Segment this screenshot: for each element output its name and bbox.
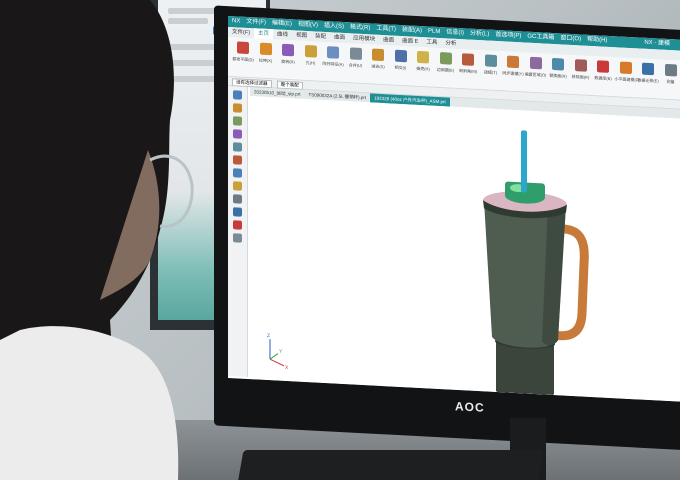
ribbon-tool-button[interactable]: 移除面(R): [570, 59, 592, 92]
ribbon-tool-label: 拉伸(X): [258, 57, 273, 64]
ribbon-tool-label: 旋转(R): [281, 58, 295, 65]
ribbon-tool-label: 偏置区域(O): [524, 71, 547, 78]
axis-label-x: X: [285, 365, 289, 371]
menu-item[interactable]: 文件(F): [246, 19, 266, 26]
ribbon-tool-label: 边倒圆(E): [436, 66, 455, 73]
ribbon-tool-label: 数据迁移(E): [637, 77, 659, 84]
ribbon-tool-button[interactable]: 测量: [660, 63, 680, 97]
menu-item[interactable]: 工具(T): [376, 26, 396, 33]
graphics-viewport[interactable]: Z X Y: [248, 95, 680, 403]
menu-item[interactable]: 窗口(O): [560, 35, 581, 42]
ribbon-tool-button[interactable]: 数据库(B): [592, 60, 614, 93]
ribbon-tool-icon: [349, 47, 362, 60]
tumbler-base: [496, 340, 554, 401]
monitor-brand-logo: AOC: [455, 399, 485, 415]
ribbon-tool-icon: [597, 60, 609, 73]
ribbon-tool-icon: [574, 59, 587, 72]
ribbon-tool-label: 抽壳(H): [416, 65, 430, 72]
ribbon-tool-icon: [462, 53, 474, 66]
ribbon-tool-icon: [439, 52, 452, 65]
ribbon-tool-icon: [642, 62, 654, 76]
ribbon-tool-button[interactable]: 拔模(T): [480, 54, 502, 87]
menu-item[interactable]: 帮助(H): [587, 37, 607, 44]
menu-item[interactable]: GC工具箱: [527, 34, 554, 41]
menu-item[interactable]: 装配(A): [402, 27, 422, 34]
coordinate-triad: Z X Y: [267, 333, 289, 371]
keyboard: [236, 450, 544, 480]
menu-item[interactable]: 视图(V): [298, 22, 318, 29]
ribbon-tool-button[interactable]: 相交(I): [390, 49, 412, 82]
model-svg: Z X Y: [267, 130, 589, 401]
ribbon-tool-label: 替换面(R): [549, 72, 567, 79]
ribbon-tool-icon: [304, 44, 317, 58]
ribbon-tool-button[interactable]: 边倒圆(E): [435, 52, 457, 85]
menu-item[interactable]: 格式(R): [350, 24, 370, 31]
ribbon-tool-icon: [529, 56, 542, 70]
ribbon-tool-label: 小平面建模(F): [614, 76, 640, 83]
ribbon-tool-icon: [484, 54, 497, 68]
ribbon-tool-label: 同步建模(Y): [502, 70, 524, 77]
menu-item[interactable]: 信息(I): [446, 29, 464, 36]
ribbon-tool-label: 测量: [666, 78, 675, 85]
axis-label-y: Y: [279, 349, 283, 355]
ribbon-tool-label: 移除面(R): [571, 73, 590, 80]
menu-item[interactable]: 插入(S): [324, 23, 344, 30]
menu-item[interactable]: 编辑(E): [272, 20, 292, 27]
ribbon-tool-button[interactable]: 阵列特征(A): [322, 46, 344, 79]
ribbon-tool-button[interactable]: 拉伸(X): [255, 42, 277, 75]
ribbon-tool-icon: [327, 46, 339, 59]
ribbon-tool-button[interactable]: 倒斜角(M): [457, 53, 479, 86]
ribbon-tool-label: 阵列特征(A): [322, 60, 344, 68]
menu-item[interactable]: PLM: [428, 28, 440, 35]
ribbon-tool-icon: [417, 50, 429, 64]
ribbon-tool-button[interactable]: 抽壳(H): [412, 50, 434, 84]
ribbon-tool-icon: [372, 48, 384, 62]
ribbon-tool-label: 减去(S): [371, 63, 385, 70]
ribbon-tool-button[interactable]: 偏置区域(O): [525, 56, 547, 89]
person-silhouette: [0, 0, 194, 480]
nx-cad-window: NX 文件(F) 编辑(E) 视图(V) 插入(S) 格式(R) 工具(T) 装配(A) PLM…: [228, 15, 680, 403]
ribbon-tool-icon: [282, 43, 294, 57]
ribbon-tool-button[interactable]: 小平面建模(F): [614, 61, 640, 94]
ribbon-tool-icon: [394, 49, 407, 63]
ribbon-tool-label: 合并(U): [348, 62, 363, 68]
menu-item[interactable]: 分析(L): [470, 31, 489, 38]
ribbon-tool-icon: [552, 57, 564, 71]
ribbon-tool-label: 相交(I): [394, 64, 407, 71]
ribbon-tool-label: 数据库(B): [594, 75, 612, 82]
ribbon-tool-icon: [259, 42, 272, 56]
ribbon-tool-button[interactable]: 替换面(R): [547, 57, 569, 91]
menu-item[interactable]: 首选项(P): [495, 32, 521, 39]
ribbon-tool-label: 孔(H): [305, 60, 316, 66]
ribbon-tool-label: 倒斜角(M): [459, 68, 477, 74]
ribbon-tool-icon: [664, 63, 677, 77]
ribbon-tool-button[interactable]: 减去(S): [367, 48, 389, 81]
ribbon-tool-label: 拔模(T): [483, 69, 498, 76]
ribbon-tool-button[interactable]: 数据迁移(E): [637, 62, 659, 95]
ribbon-tool-button[interactable]: 合并(U): [345, 47, 367, 80]
ribbon-tool-icon: [507, 55, 519, 69]
ribbon-tool-icon: [619, 61, 632, 75]
ribbon-tool-button[interactable]: 同步建模(Y): [502, 55, 524, 88]
ribbon-tool-button[interactable]: 孔(H): [300, 44, 322, 78]
tumbler-straw: [521, 130, 527, 193]
ribbon-tool-button[interactable]: 旋转(R): [277, 43, 299, 77]
axis-label-z: Z: [267, 333, 270, 339]
